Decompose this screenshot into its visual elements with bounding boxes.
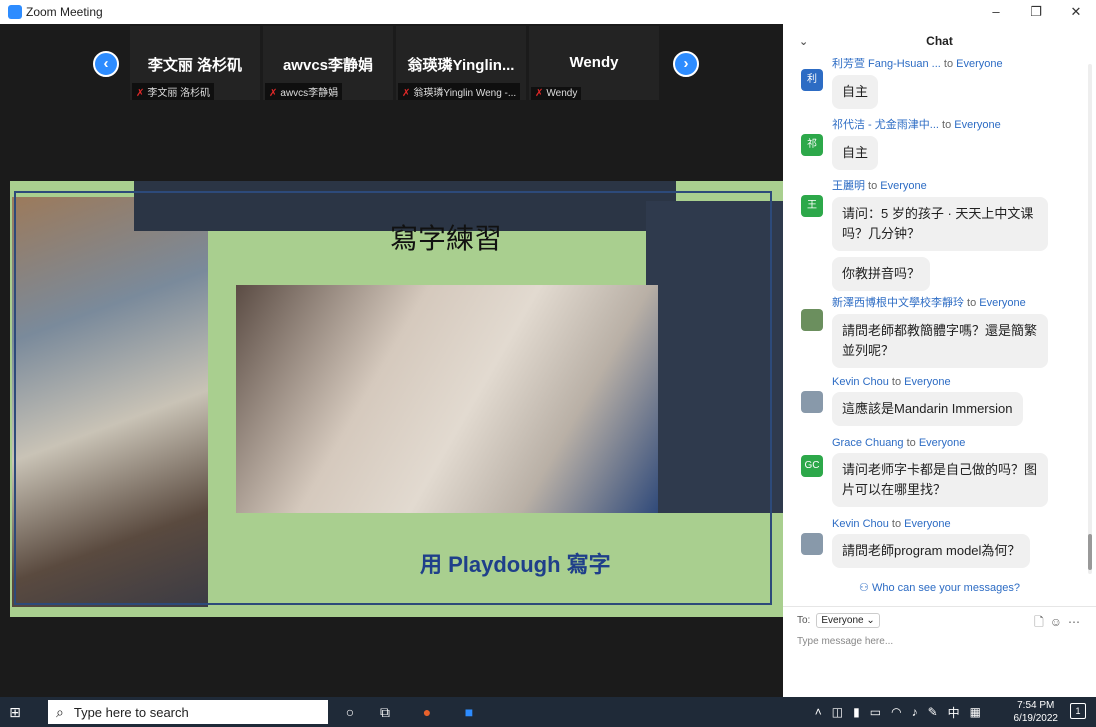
- chat-message: 新澤西博根中文學校李靜玲 to Everyone 請問老師都教簡體字嗎？還是簡繁…: [801, 294, 1071, 368]
- wifi-icon[interactable]: ◠: [891, 705, 901, 719]
- avatar: [801, 533, 823, 555]
- minimize-button[interactable]: –: [976, 0, 1016, 24]
- avatar: GC: [801, 455, 823, 477]
- window-title: Zoom Meeting: [26, 5, 103, 19]
- participant-name: 李文丽 洛杉矶: [147, 57, 243, 74]
- chat-panel: ⌄ Chat 利芳萱 Fang-Hsuan ... to Everyone 利 …: [783, 24, 1096, 697]
- chat-message: Kevin Chou to Everyone 這應該是Mandarin Imme…: [801, 376, 1071, 426]
- file-icon[interactable]: 🗋: [1034, 615, 1050, 629]
- message-text: 請問老師program model為何？: [832, 534, 1031, 568]
- chevron-down-icon[interactable]: ⌄: [799, 35, 808, 48]
- chat-title: Chat: [926, 34, 953, 48]
- next-participants-button[interactable]: ›: [673, 51, 699, 77]
- chat-compose: To: Everyone ⌄ 🗋☺⋯ Type message here...: [783, 606, 1096, 653]
- muted-mic-icon: ✗: [269, 88, 278, 99]
- zoom-logo-icon: [8, 5, 22, 19]
- chat-message: Kevin Chou to Everyone 請問老師program model…: [801, 518, 1071, 568]
- chat-message: 祁代洁 - 尤金雨津中... to Everyone 祁 自主: [801, 116, 1071, 170]
- recipient-select[interactable]: Everyone ⌄: [816, 613, 880, 628]
- network-icon[interactable]: ◫: [832, 705, 843, 719]
- clock[interactable]: 7:54 PM 6/19/2022: [1014, 699, 1059, 725]
- taskbar: ⊞ ⌕ Type here to search ○ ⧉ ● ■ ˄ ◫ ▮ ▭ …: [0, 697, 1096, 727]
- chat-header: ⌄ Chat: [783, 24, 1096, 58]
- emoji-icon[interactable]: ☺: [1050, 615, 1068, 629]
- restore-button[interactable]: ❐: [1016, 0, 1056, 24]
- message-sender: 祁代洁 - 尤金雨津中... to Everyone: [832, 119, 1001, 131]
- slide-caption: 用 Playdough 寫字: [420, 552, 611, 577]
- message-input[interactable]: Type message here...: [797, 636, 1082, 647]
- title-bar: Zoom Meeting – ❐ ✕: [0, 0, 1096, 24]
- participant-strip: ‹ 李文丽 洛杉矶 ✗ 李文丽 洛杉矶 awvcs李静娟 ✗ awvcs李静娟 翁瑛…: [0, 26, 783, 100]
- more-icon[interactable]: ⋯: [1068, 615, 1086, 629]
- participant-label: ✗ Wendy: [531, 87, 582, 100]
- notification-icon[interactable]: 1: [1070, 703, 1086, 719]
- to-label: To:: [797, 615, 811, 626]
- participant-label: ✗ 李文丽 洛杉矶: [132, 83, 215, 100]
- chat-message: 王麗明 to Everyone 王 请问：5 岁的孩子 · 天天上中文课吗？几分…: [801, 177, 1071, 291]
- message-text: 這應該是Mandarin Immersion: [832, 392, 1023, 426]
- message-sender: 新澤西博根中文學校李靜玲 to Everyone: [832, 297, 1026, 309]
- participant-name: Wendy: [569, 54, 619, 71]
- avatar: 祁: [801, 134, 823, 156]
- avatar: 利: [801, 69, 823, 91]
- participant-name: awvcs李静娟: [282, 57, 374, 74]
- close-button[interactable]: ✕: [1056, 0, 1096, 24]
- message-text: 請問老師都教簡體字嗎？還是簡繁並列呢？: [832, 314, 1048, 368]
- chat-messages[interactable]: 利芳萱 Fang-Hsuan ... to Everyone 利 自主 祁代洁 …: [783, 58, 1083, 578]
- participant-tile[interactable]: awvcs李静娟 ✗ awvcs李静娟: [263, 26, 393, 100]
- pen-icon[interactable]: ✎: [928, 705, 938, 719]
- avatar: 王: [801, 195, 823, 217]
- participant-label: ✗ 翁瑛璘Yinglin Weng -...: [398, 83, 521, 100]
- powerpoint-icon[interactable]: ●: [412, 697, 442, 727]
- message-sender: Kevin Chou to Everyone: [832, 376, 951, 388]
- muted-mic-icon: ✗: [535, 88, 544, 99]
- search-icon: ⌕: [56, 703, 64, 720]
- battery-icon[interactable]: ▭: [870, 705, 881, 719]
- who-can-see-link[interactable]: ⚇ Who can see your messages?: [783, 581, 1096, 594]
- participant-tile[interactable]: Wendy ✗ Wendy: [529, 26, 659, 100]
- ime-indicator[interactable]: 中: [948, 704, 960, 721]
- message-sender: Grace Chuang to Everyone: [832, 437, 966, 449]
- chat-scrollbar[interactable]: [1088, 64, 1092, 574]
- show-hidden-icons[interactable]: ˄: [815, 705, 822, 719]
- zoom-taskbar-icon[interactable]: ■: [454, 697, 484, 727]
- muted-mic-icon: ✗: [402, 88, 411, 99]
- scroll-thumb[interactable]: [1088, 534, 1092, 570]
- mic-icon[interactable]: ▮: [853, 705, 860, 719]
- avatar: [801, 309, 823, 331]
- participant-tile[interactable]: 翁瑛璘Yinglin... ✗ 翁瑛璘Yinglin Weng -...: [396, 26, 526, 100]
- chat-message: 利芳萱 Fang-Hsuan ... to Everyone 利 自主: [801, 58, 1071, 109]
- keyboard-icon[interactable]: ▦: [970, 705, 981, 719]
- task-view-icon[interactable]: ⧉: [370, 697, 400, 727]
- prev-participants-button[interactable]: ‹: [93, 51, 119, 77]
- message-text: 请问：5 岁的孩子 · 天天上中文课吗？几分钟？: [832, 197, 1048, 251]
- cortana-icon[interactable]: ○: [335, 697, 365, 727]
- meeting-video-area: ‹ 李文丽 洛杉矶 ✗ 李文丽 洛杉矶 awvcs李静娟 ✗ awvcs李静娟 翁瑛…: [0, 24, 783, 697]
- message-text: 请问老师字卡都是自己做的吗？图片可以在哪里找？: [832, 453, 1048, 507]
- message-sender: 王麗明 to Everyone: [832, 180, 927, 192]
- chat-message: Grace Chuang to Everyone GC 请问老师字卡都是自己做的…: [801, 437, 1071, 507]
- participant-tile[interactable]: 李文丽 洛杉矶 ✗ 李文丽 洛杉矶: [130, 26, 260, 100]
- message-sender: Kevin Chou to Everyone: [832, 518, 951, 530]
- avatar: [801, 391, 823, 413]
- message-text: 你教拼音吗？: [832, 257, 931, 291]
- slide-border: [14, 191, 772, 605]
- volume-icon[interactable]: ♪: [912, 705, 918, 719]
- muted-mic-icon: ✗: [136, 88, 145, 99]
- people-icon: ⚇: [859, 582, 872, 594]
- participant-name: 翁瑛璘Yinglin...: [407, 57, 515, 74]
- windows-start-icon[interactable]: ⊞: [0, 704, 30, 721]
- participant-label: ✗ awvcs李静娟: [265, 83, 343, 100]
- message-sender: 利芳萱 Fang-Hsuan ... to Everyone: [832, 58, 1003, 70]
- message-text: 自主: [832, 75, 879, 109]
- shared-screen-slide: 寫字練習 用 Playdough 寫字: [10, 181, 783, 617]
- message-text: 自主: [832, 136, 879, 170]
- taskbar-search[interactable]: ⌕ Type here to search: [48, 700, 328, 724]
